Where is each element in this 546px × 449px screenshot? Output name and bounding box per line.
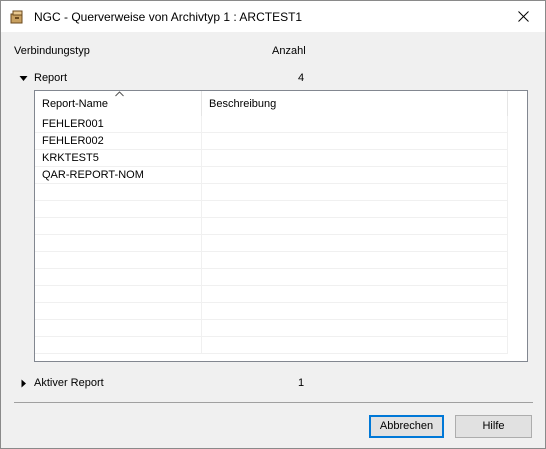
empty-row	[35, 303, 508, 320]
cell-description	[202, 303, 508, 320]
report-list-body: FEHLER001 FEHLER002 KRKTEST5 QAR-REPORT-NOM	[35, 116, 527, 361]
cell-report-name: QAR-REPORT-NOM	[35, 167, 202, 184]
column-header-description[interactable]: Beschreibung	[202, 91, 508, 116]
cell-report-name	[35, 252, 202, 269]
cell-report-name	[35, 235, 202, 252]
collapsed-triangle-icon[interactable]	[19, 379, 28, 388]
cell-description	[202, 252, 508, 269]
cell-report-name	[35, 286, 202, 303]
cell-description	[202, 337, 508, 354]
divider	[14, 402, 533, 403]
dialog-client: Verbindungstyp Anzahl Report 4 Report-Na…	[1, 32, 545, 448]
cell-description	[202, 320, 508, 337]
cell-report-name	[35, 303, 202, 320]
column-header-count: Anzahl	[272, 45, 306, 57]
title-bar[interactable]: NGC - Querverweise von Archivtyp 1 : ARC…	[1, 1, 545, 32]
window-title: NGC - Querverweise von Archivtyp 1 : ARC…	[34, 10, 303, 24]
app-icon	[10, 10, 24, 24]
cell-description	[202, 269, 508, 286]
section-active-report[interactable]: Aktiver Report 1	[1, 375, 545, 393]
dialog-window: NGC - Querverweise von Archivtyp 1 : ARC…	[0, 0, 546, 449]
close-icon	[517, 11, 529, 22]
cell-description	[202, 286, 508, 303]
empty-row	[35, 218, 508, 235]
cell-report-name	[35, 269, 202, 286]
empty-row	[35, 201, 508, 218]
empty-row	[35, 252, 508, 269]
cell-description	[202, 235, 508, 252]
cell-report-name	[35, 320, 202, 337]
empty-row	[35, 337, 508, 354]
cell-description	[202, 133, 508, 150]
section-active-report-label: Aktiver Report	[34, 377, 104, 389]
table-row[interactable]: FEHLER002	[35, 133, 508, 150]
cell-description	[202, 167, 508, 184]
sort-ascending-icon	[115, 91, 124, 97]
expanded-triangle-icon[interactable]	[19, 74, 28, 83]
close-button[interactable]	[501, 1, 545, 32]
section-report-count: 4	[298, 72, 305, 84]
cell-report-name	[35, 201, 202, 218]
cell-report-name: FEHLER002	[35, 133, 202, 150]
column-header-description-label: Beschreibung	[209, 98, 277, 110]
section-report[interactable]: Report 4	[1, 70, 545, 88]
empty-row	[35, 320, 508, 337]
cell-description	[202, 150, 508, 167]
table-row[interactable]: QAR-REPORT-NOM	[35, 167, 508, 184]
help-button[interactable]: Hilfe	[455, 415, 532, 438]
section-report-label: Report	[34, 72, 68, 84]
cell-description	[202, 184, 508, 201]
column-header-type: Verbindungstyp	[14, 45, 90, 57]
column-header-report-name[interactable]: Report-Name	[35, 91, 202, 116]
cell-description	[202, 116, 508, 133]
table-row[interactable]: FEHLER001	[35, 116, 508, 133]
cancel-button[interactable]: Abbrechen	[369, 415, 444, 438]
cell-report-name: FEHLER001	[35, 116, 202, 133]
report-list-header: Report-Name Beschreibung	[35, 91, 527, 116]
cell-report-name	[35, 337, 202, 354]
empty-row	[35, 286, 508, 303]
empty-row	[35, 269, 508, 286]
cell-description	[202, 218, 508, 235]
cell-report-name: KRKTEST5	[35, 150, 202, 167]
report-list[interactable]: Report-Name Beschreibung FEHLER001 FEHLER…	[34, 90, 528, 362]
table-row[interactable]: KRKTEST5	[35, 150, 508, 167]
section-active-report-count: 1	[298, 377, 305, 389]
cell-description	[202, 201, 508, 218]
column-header-report-name-label: Report-Name	[42, 98, 109, 110]
empty-row	[35, 235, 508, 252]
empty-row	[35, 184, 508, 201]
cell-report-name	[35, 218, 202, 235]
cell-report-name	[35, 184, 202, 201]
